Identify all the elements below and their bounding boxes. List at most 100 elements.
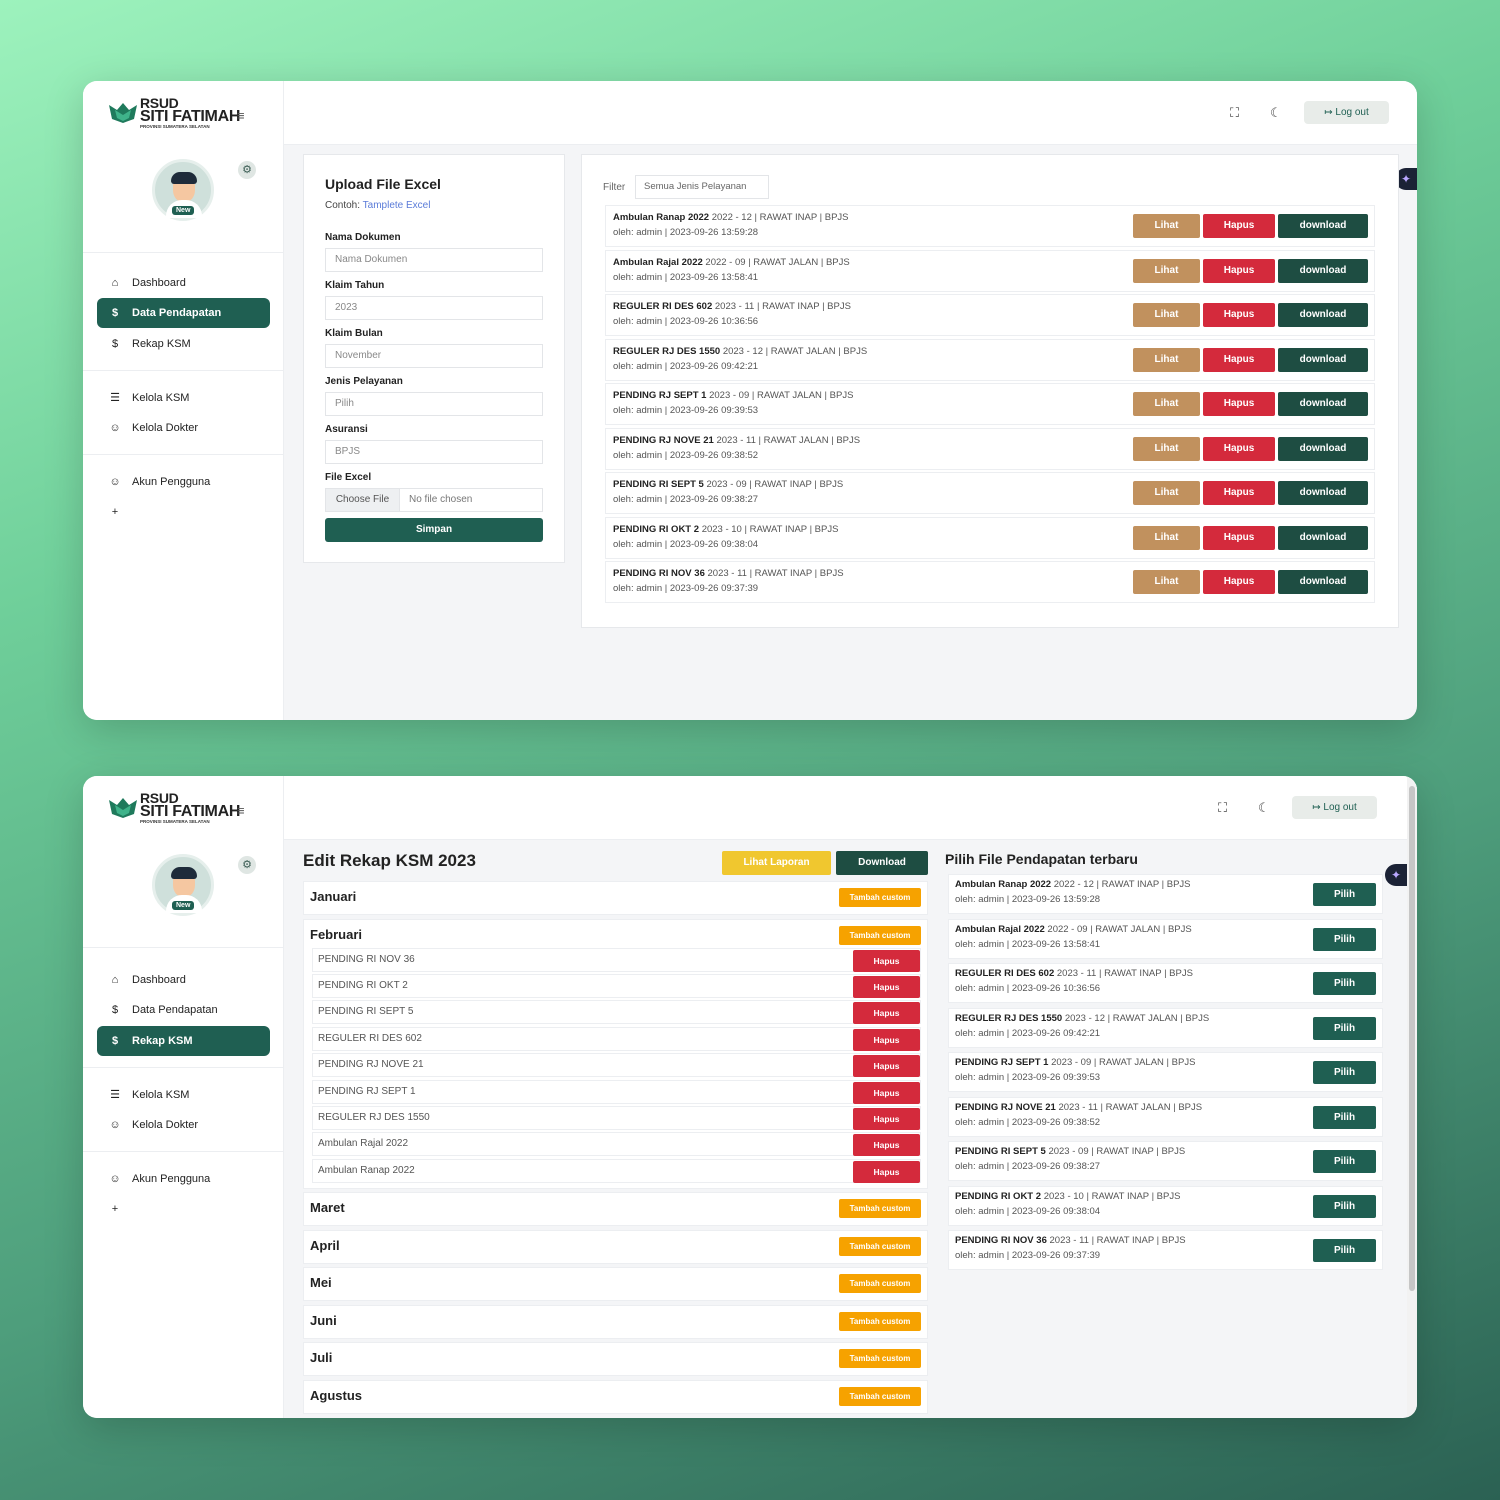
pilih-button[interactable]: Pilih	[1313, 883, 1376, 906]
rekap-item-name: PENDING RJ SEPT 1	[318, 1085, 416, 1097]
lihat-button[interactable]: Lihat	[1133, 570, 1200, 594]
hapus-button[interactable]: Hapus	[853, 975, 920, 998]
moon-icon[interactable]: ☾	[1258, 800, 1270, 816]
file-name: PENDING RI NOV 36	[955, 1235, 1047, 1246]
pilih-button[interactable]: Pilih	[1313, 927, 1376, 951]
sidebar-item-dashboard[interactable]: ⌂ Dashboard	[97, 965, 270, 995]
sidebar-item-data-pendapatan[interactable]: $ Data Pendapatan	[97, 298, 270, 328]
lihat-button[interactable]: Lihat	[1133, 481, 1200, 505]
simpan-button[interactable]: Simpan	[325, 518, 543, 542]
lihat-button[interactable]: Lihat	[1133, 436, 1200, 461]
hapus-button[interactable]: Hapus	[1203, 570, 1275, 594]
sidebar-item-akun-pengguna[interactable]: ☺+ Akun Pengguna	[97, 467, 270, 518]
menu-toggle-icon[interactable]: ≡	[237, 108, 245, 123]
hapus-button[interactable]: Hapus	[1203, 481, 1275, 505]
sidebar-item-rekap-ksm[interactable]: $ Rekap KSM	[97, 1026, 270, 1056]
jenis-pelayanan-select[interactable]: Pilih	[325, 392, 543, 416]
asuransi-select[interactable]: BPJS	[325, 440, 543, 464]
hapus-button[interactable]: Hapus	[1203, 436, 1275, 461]
sidebar-item-kelola-ksm[interactable]: ☰ Kelola KSM	[97, 383, 270, 413]
hapus-button[interactable]: Hapus	[853, 1134, 920, 1157]
fullscreen-icon[interactable]: ⛶	[1218, 800, 1227, 816]
pilih-button[interactable]: Pilih	[1313, 1105, 1376, 1129]
klaim-tahun-input[interactable]: 2023	[325, 296, 543, 320]
download-button[interactable]: download	[1278, 347, 1368, 372]
file-info: 2023 - 11 | RAWAT JALAN | BPJS	[716, 434, 861, 446]
tambah-custom-button[interactable]: Tambah custom	[839, 1199, 921, 1218]
scrollbar[interactable]	[1407, 776, 1417, 1418]
hapus-button[interactable]: Hapus	[1203, 525, 1275, 550]
download-button[interactable]: download	[1278, 481, 1368, 505]
klaim-bulan-select[interactable]: November	[325, 344, 543, 368]
download-button[interactable]: download	[1278, 214, 1368, 238]
sparkle-icon[interactable]: ✦	[1385, 864, 1407, 886]
tambah-custom-button[interactable]: Tambah custom	[839, 1349, 921, 1368]
sidebar-item-kelola-dokter[interactable]: ☺ Kelola Dokter	[97, 413, 270, 443]
lihat-button[interactable]: Lihat	[1133, 214, 1200, 238]
hapus-button[interactable]: Hapus	[853, 1081, 920, 1104]
scrollbar-thumb[interactable]	[1409, 786, 1415, 1291]
download-button[interactable]: download	[1278, 525, 1368, 550]
sidebar-item-rekap-ksm[interactable]: $ Rekap KSM	[97, 329, 270, 359]
tambah-custom-button[interactable]: Tambah custom	[839, 888, 921, 907]
moon-icon[interactable]: ☾	[1270, 105, 1282, 121]
pilih-button[interactable]: Pilih	[1313, 1061, 1376, 1084]
sidebar-item-kelola-dokter[interactable]: ☺ Kelola Dokter	[97, 1110, 270, 1140]
upload-card: Upload File Excel Contoh: Tamplete Excel…	[303, 154, 565, 563]
tambah-custom-button[interactable]: Tambah custom	[839, 1236, 921, 1256]
download-button[interactable]: download	[1278, 392, 1368, 416]
file-info: 2023 - 11 | RAWAT INAP | BPJS	[707, 568, 844, 579]
nama-dokumen-input[interactable]: Nama Dokumen	[325, 248, 543, 272]
sidebar-item-label: Rekap KSM	[132, 338, 191, 350]
pilih-button[interactable]: Pilih	[1313, 1016, 1376, 1040]
gear-icon[interactable]: ⚙	[238, 161, 256, 179]
user-icon: ☺	[109, 422, 121, 434]
hapus-button[interactable]: Hapus	[853, 1002, 920, 1025]
download-button[interactable]: download	[1278, 570, 1368, 594]
hapus-button[interactable]: Hapus	[853, 1160, 920, 1183]
download-button[interactable]: download	[1278, 258, 1368, 283]
hapus-button[interactable]: Hapus	[1203, 214, 1275, 238]
tambah-custom-button[interactable]: Tambah custom	[839, 1386, 921, 1406]
sidebar-item-dashboard[interactable]: ⌂ Dashboard	[97, 268, 270, 298]
hapus-button[interactable]: Hapus	[1203, 392, 1275, 416]
download-button[interactable]: download	[1278, 303, 1368, 327]
pilih-button[interactable]: Pilih	[1313, 1150, 1376, 1173]
lihat-button[interactable]: Lihat	[1133, 392, 1200, 416]
menu-toggle-icon[interactable]: ≡	[237, 803, 245, 818]
sidebar-item-kelola-ksm[interactable]: ☰ Kelola KSM	[97, 1080, 270, 1110]
fullscreen-icon[interactable]: ⛶	[1230, 105, 1239, 121]
hapus-button[interactable]: Hapus	[1203, 303, 1275, 327]
download-button[interactable]: Download	[836, 851, 928, 875]
lihat-button[interactable]: Lihat	[1133, 303, 1200, 327]
lihat-button[interactable]: Lihat	[1133, 347, 1200, 372]
filter-select[interactable]: Semua Jenis Pelayanan	[635, 175, 769, 199]
pilih-button[interactable]: Pilih	[1313, 972, 1376, 995]
download-button[interactable]: download	[1278, 436, 1368, 461]
logout-button[interactable]: ↦ Log out	[1292, 796, 1377, 819]
hapus-button[interactable]: Hapus	[853, 1055, 920, 1078]
hapus-button[interactable]: Hapus	[1203, 347, 1275, 372]
file-input[interactable]: Choose File No file chosen	[325, 488, 543, 512]
lihat-button[interactable]: Lihat	[1133, 258, 1200, 283]
tambah-custom-button[interactable]: Tambah custom	[839, 1311, 921, 1331]
gear-icon[interactable]: ⚙	[238, 856, 256, 874]
template-link[interactable]: Tamplete Excel	[363, 200, 431, 211]
pilih-button[interactable]: Pilih	[1313, 1239, 1376, 1262]
lihat-button[interactable]: Lihat	[1133, 525, 1200, 550]
sidebar-item-data-pendapatan[interactable]: $ Data Pendapatan	[97, 995, 270, 1025]
hapus-button[interactable]: Hapus	[853, 1107, 920, 1130]
tambah-custom-button[interactable]: Tambah custom	[839, 1274, 921, 1293]
hapus-button[interactable]: Hapus	[853, 1028, 920, 1051]
logout-button[interactable]: ↦ Log out	[1304, 101, 1389, 124]
lihat-laporan-button[interactable]: Lihat Laporan	[722, 851, 831, 875]
file-list-card: Filter Semua Jenis Pelayanan Ambulan Ran…	[581, 154, 1399, 628]
hapus-button[interactable]: Hapus	[853, 949, 920, 972]
sidebar-item-akun-pengguna[interactable]: ☺+ Akun Pengguna	[97, 1164, 270, 1215]
rekap-item-name: Ambulan Ranap 2022	[318, 1164, 415, 1176]
choose-file-button[interactable]: Choose File	[326, 489, 400, 511]
file-title: PENDING RI SEPT 5 2023 - 09 | RAWAT INAP…	[955, 1146, 1185, 1157]
hapus-button[interactable]: Hapus	[1203, 258, 1275, 283]
tambah-custom-button[interactable]: Tambah custom	[839, 925, 921, 945]
pilih-button[interactable]: Pilih	[1313, 1194, 1376, 1218]
